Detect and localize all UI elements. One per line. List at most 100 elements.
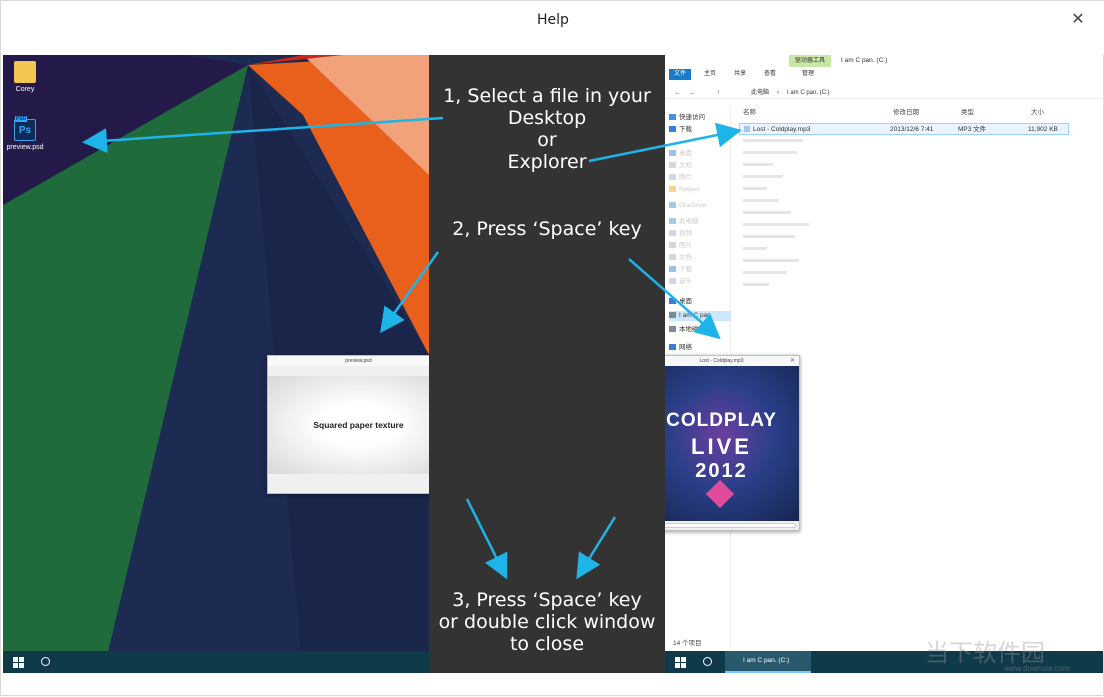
watermark-url: www.downxia.com xyxy=(1004,664,1070,673)
forward-arrow-icon[interactable]: → xyxy=(689,87,695,99)
step3-line: 3, Press ‘Space’ key xyxy=(452,589,642,611)
cortana-icon[interactable] xyxy=(41,657,50,666)
photoshop-glyph-text: Ps xyxy=(18,125,32,136)
file-date: 2013/12/6 7:41 xyxy=(890,126,934,133)
windows-start-icon[interactable] xyxy=(675,657,686,668)
cortana-icon[interactable] xyxy=(703,657,712,666)
nav-item-music[interactable]: 音乐 xyxy=(669,277,692,287)
nav-item-pictures[interactable]: 图片 xyxy=(669,173,692,183)
ribbon-tab-view[interactable]: 查看 xyxy=(759,69,781,80)
nav-item-network[interactable]: 网络 xyxy=(669,343,692,353)
file-row-selected[interactable]: Lost - Coldplay.mp3 2013/12/6 7:41 MP3 文… xyxy=(739,123,1069,135)
step1-line: 1, Select a file in your xyxy=(443,85,651,107)
computer-icon xyxy=(669,218,676,225)
back-arrow-icon[interactable]: ← xyxy=(675,87,681,99)
title-bar: Help ✕ xyxy=(1,1,1104,55)
user-folder-icon xyxy=(14,61,36,83)
step2-instruction: 2, Press ‘Space’ key xyxy=(452,218,642,240)
step1-line: or xyxy=(537,129,557,151)
nav-item-netjeer[interactable]: Netjeer xyxy=(669,185,700,195)
desktop-icon-corey[interactable]: Corey xyxy=(3,61,47,93)
explorer-ribbon: 驱动器工具 I am C pan. (C:) 文件 主页 共享 查看 管理 xyxy=(665,55,1103,81)
nav-item-downloads-2[interactable]: 下载 xyxy=(669,265,692,275)
album-cover: COLDPLAY LIVE 2012 xyxy=(665,366,799,521)
mp3-preview-titlebar: Lost - Coldplay.mp3 ✕ xyxy=(665,356,799,366)
windows-start-icon[interactable] xyxy=(13,657,24,668)
step3-instruction: 3, Press ‘Space’ key or double click win… xyxy=(429,589,665,655)
close-icon[interactable]: ✕ xyxy=(790,356,795,366)
document-icon xyxy=(669,162,676,169)
cloud-icon xyxy=(669,202,676,209)
address-separator: › xyxy=(777,90,779,96)
taskbar-explorer-app[interactable]: I am C pan. (C:) xyxy=(725,651,811,673)
up-arrow-icon[interactable]: ↑ xyxy=(717,87,720,99)
close-icon[interactable]: ✕ xyxy=(1065,9,1091,31)
ribbon-tab-home[interactable]: 主页 xyxy=(699,69,721,80)
psd-badge: PSD xyxy=(15,116,28,122)
column-header-type[interactable]: 类型 xyxy=(961,107,974,119)
step1-line: Desktop xyxy=(507,107,587,129)
step3-line: or double click window xyxy=(438,611,656,633)
audio-progress-bar[interactable] xyxy=(665,523,796,528)
nav-item-videos[interactable]: 视频 xyxy=(669,229,692,239)
video-icon xyxy=(669,230,676,237)
desktop-icon xyxy=(669,298,676,305)
file-explorer-screenshot: 驱动器工具 I am C pan. (C:) 文件 主页 共享 查看 管理 ← … xyxy=(665,55,1103,673)
status-bar-count: 14 个项目 xyxy=(673,640,702,647)
ribbon-tab-manage[interactable]: 管理 xyxy=(797,69,819,80)
column-header-name[interactable]: 名称 xyxy=(743,107,756,119)
photoshop-file-icon: Ps PSD xyxy=(14,116,36,141)
file-name: Lost - Coldplay.mp3 xyxy=(753,126,811,133)
mp3-preview-title: Lost - Coldplay.mp3 xyxy=(699,358,744,364)
step3-line: to close xyxy=(509,633,585,655)
album-year: 2012 xyxy=(695,460,748,482)
desktop-icon xyxy=(669,150,676,157)
nav-item-desktop-2[interactable]: 桌面 xyxy=(669,297,692,307)
nav-item-c-drive[interactable]: I am C pan xyxy=(669,311,731,321)
nav-item-documents[interactable]: 文档 xyxy=(669,161,692,171)
drive-tools-context-tab[interactable]: 驱动器工具 xyxy=(789,55,831,67)
network-icon xyxy=(669,344,676,351)
nav-item-desktop[interactable]: 桌面 xyxy=(669,149,692,159)
folder-icon xyxy=(669,186,676,193)
download-icon xyxy=(669,266,676,273)
psd-preview-titlebar: preview.psd ✕ xyxy=(268,356,429,366)
picture-icon xyxy=(669,242,676,249)
nav-item-downloads[interactable]: 下载 xyxy=(669,125,692,135)
column-header-date[interactable]: 修改日期 xyxy=(893,107,919,119)
desktop-icon-label: Corey xyxy=(15,86,35,93)
taskbar-app-label: I am C pan. (C:) xyxy=(743,657,790,664)
drive-icon xyxy=(669,312,676,319)
address-this-pc[interactable]: 此电脑 xyxy=(751,87,769,99)
nav-item-this-pc[interactable]: 此电脑 xyxy=(669,217,699,227)
address-location[interactable]: I am C pan. (C:) xyxy=(787,87,830,99)
nav-item-quick-access[interactable]: 快速访问 xyxy=(669,113,705,123)
desktop-icon-preview-psd[interactable]: Ps PSD preview.psd xyxy=(3,116,47,151)
watermark-brand: 当下软件园 xyxy=(925,639,1045,667)
nav-item-pictures-2[interactable]: 图片 xyxy=(669,241,692,251)
help-window: Help ✕ Corey Ps PSD preview.psd preview.… xyxy=(0,0,1104,696)
ribbon-tab-file[interactable]: 文件 xyxy=(669,69,692,80)
nav-item-local-disk[interactable]: 本地磁盘 xyxy=(669,325,705,335)
album-diamond xyxy=(705,479,735,509)
download-icon xyxy=(669,126,676,133)
album-band: COLDPLAY xyxy=(666,410,777,431)
address-bar[interactable]: ← → ↑ 此电脑 › I am C pan. (C:) xyxy=(665,87,1103,99)
mp3-preview-window[interactable]: Lost - Coldplay.mp3 ✕ COLDPLAY LIVE 2012 xyxy=(665,355,800,531)
taskbar-left xyxy=(3,651,429,673)
ribbon-tab-share[interactable]: 共享 xyxy=(729,69,751,80)
help-illustration: Corey Ps PSD preview.psd preview.psd ✕ S… xyxy=(3,55,1103,673)
psd-preview-text: Squared paper texture xyxy=(313,420,404,430)
instructions-panel: 1, Select a file in your Desktop or Expl… xyxy=(429,55,665,673)
step1-instruction: 1, Select a file in your Desktop or Expl… xyxy=(429,85,665,173)
nav-item-documents-2[interactable]: 文档 xyxy=(669,253,692,263)
psd-preview-content: Squared paper texture xyxy=(268,376,429,474)
explorer-window-title: I am C pan. (C:) xyxy=(841,57,888,64)
document-icon xyxy=(669,254,676,261)
file-type: MP3 文件 xyxy=(958,126,987,133)
desktop-screenshot: Corey Ps PSD preview.psd preview.psd ✕ S… xyxy=(3,55,429,673)
desktop-icon-label: preview.psd xyxy=(6,144,44,151)
column-header-size[interactable]: 大小 xyxy=(1031,107,1044,119)
psd-preview-window[interactable]: preview.psd ✕ Squared paper texture xyxy=(267,355,429,494)
nav-item-onedrive[interactable]: OneDrive xyxy=(669,201,706,211)
